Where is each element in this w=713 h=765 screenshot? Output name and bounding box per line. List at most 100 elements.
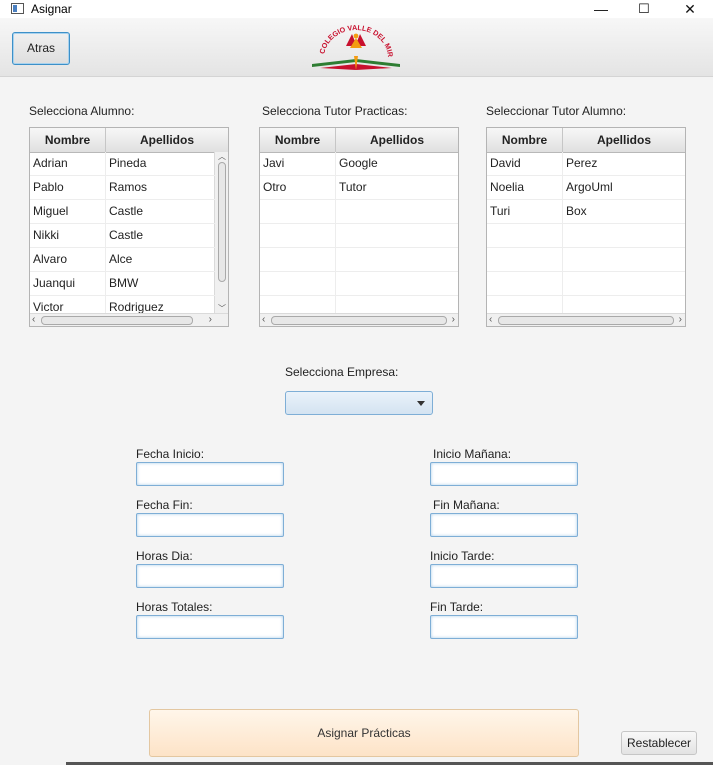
cell-apellidos (563, 272, 685, 295)
table-header: Nombre Apellidos (260, 128, 458, 153)
close-button[interactable]: ✕ (667, 0, 713, 18)
inicio-manana-input[interactable] (430, 462, 578, 486)
table-row[interactable]: David Perez (487, 152, 685, 176)
scroll-right-icon[interactable]: › (209, 314, 212, 326)
empty-row (487, 248, 685, 272)
horizontal-scrollbar[interactable]: ‹ › (30, 313, 228, 326)
cell-nombre: Alvaro (30, 248, 106, 271)
empty-row (487, 224, 685, 248)
cell-apellidos: Google (339, 156, 378, 170)
title-bar: Asignar — ☐ ✕ (0, 0, 713, 18)
tutor-practicas-table[interactable]: Nombre Apellidos Javi Google Otro Tutor ‹ › (259, 127, 459, 327)
scroll-right-icon[interactable]: › (679, 314, 682, 326)
cell-nombre (487, 272, 563, 295)
table-row[interactable]: Javi Google (260, 152, 458, 176)
horas-dia-input[interactable] (136, 564, 284, 588)
empresa-label: Selecciona Empresa: (285, 365, 399, 379)
back-button[interactable]: Atras (12, 32, 70, 65)
cell-nombre: Nikki (30, 224, 106, 247)
cell-apellidos (336, 272, 458, 295)
fin-tarde-label: Fin Tarde: (430, 600, 484, 614)
alumno-table[interactable]: Nombre Apellidos ︿ ﹀ Adrian Pineda Pablo Ra… (29, 127, 229, 327)
fecha-inicio-input[interactable] (136, 462, 284, 486)
cell-apellidos (336, 224, 458, 247)
table-row[interactable]: Noelia ArgoUml (487, 176, 685, 200)
toolbar: Atras COLEGIO VALLE DEL MIRO (0, 18, 713, 77)
minimize-button[interactable]: — (578, 0, 624, 18)
scroll-up-icon[interactable]: ︿ (218, 151, 226, 163)
table-row[interactable]: Juanqui BMW (30, 272, 215, 296)
tutor-alumno-table[interactable]: Nombre Apellidos David Perez Noelia ArgoUml… (486, 127, 686, 327)
column-header-nombre[interactable]: Nombre (487, 128, 563, 152)
cell-apellidos: Alce (109, 252, 133, 266)
scroll-thumb[interactable] (271, 316, 447, 325)
table-header: Nombre Apellidos (487, 128, 685, 153)
cell-nombre (260, 248, 336, 271)
column-header-apellidos[interactable]: Apellidos (336, 128, 458, 152)
maximize-button[interactable]: ☐ (621, 0, 667, 18)
assign-practicas-button[interactable]: Asignar Prácticas (149, 709, 579, 757)
app-icon (11, 3, 24, 14)
cell-nombre (260, 224, 336, 247)
inicio-tarde-input[interactable] (430, 564, 578, 588)
inicio-manana-label: Inicio Mañana: (433, 447, 512, 461)
scroll-thumb[interactable] (498, 316, 674, 325)
column-header-apellidos[interactable]: Apellidos (106, 128, 228, 152)
table-row[interactable]: Adrian Pineda (30, 152, 215, 176)
empty-row (260, 272, 458, 296)
table-row[interactable]: Turi Box (487, 200, 685, 224)
table-row[interactable]: Pablo Ramos (30, 176, 215, 200)
empty-row (260, 248, 458, 272)
cell-nombre: Javi (260, 152, 336, 175)
cell-nombre: Turi (487, 200, 563, 223)
fecha-inicio-label: Fecha Inicio: (136, 447, 205, 461)
column-header-nombre[interactable]: Nombre (30, 128, 106, 152)
scroll-left-icon[interactable]: ‹ (32, 314, 35, 326)
cell-apellidos (563, 224, 685, 247)
fecha-fin-input[interactable] (136, 513, 284, 537)
horas-totales-input[interactable] (136, 615, 284, 639)
scroll-right-icon[interactable]: › (452, 314, 455, 326)
empty-row (260, 224, 458, 248)
cell-nombre: Juanqui (30, 272, 106, 295)
cell-nombre: Adrian (30, 152, 106, 175)
scroll-left-icon[interactable]: ‹ (262, 314, 265, 326)
cell-apellidos (563, 248, 685, 271)
column-header-apellidos[interactable]: Apellidos (563, 128, 685, 152)
cell-apellidos: Ramos (109, 180, 148, 194)
cell-apellidos: Tutor (339, 180, 367, 194)
cell-apellidos: Castle (109, 204, 144, 218)
chevron-down-icon (417, 401, 425, 406)
horizontal-scrollbar[interactable]: ‹ › (487, 313, 685, 326)
scroll-thumb[interactable] (41, 316, 193, 325)
vertical-scrollbar[interactable]: ︿ ﹀ (214, 152, 228, 314)
empresa-dropdown[interactable] (285, 391, 433, 415)
empty-row (487, 272, 685, 296)
reset-button[interactable]: Restablecer (621, 731, 697, 755)
cell-nombre: David (487, 152, 563, 175)
inicio-tarde-label: Inicio Tarde: (430, 549, 495, 563)
horizontal-scrollbar[interactable]: ‹ › (260, 313, 458, 326)
cell-nombre (260, 272, 336, 295)
tutor-alumno-label: Seleccionar Tutor Alumno: (486, 104, 627, 118)
cell-nombre (487, 248, 563, 271)
cell-apellidos: Box (566, 204, 587, 218)
fin-manana-label: Fin Mañana: (433, 498, 500, 512)
scroll-thumb[interactable] (218, 162, 226, 282)
cell-apellidos (336, 200, 458, 223)
column-header-nombre[interactable]: Nombre (260, 128, 336, 152)
alumno-label: Selecciona Alumno: (29, 104, 135, 118)
table-row[interactable]: Miguel Castle (30, 200, 215, 224)
cell-nombre: Pablo (30, 176, 106, 199)
table-row[interactable]: Nikki Castle (30, 224, 215, 248)
cell-apellidos (336, 248, 458, 271)
window-title: Asignar (31, 2, 72, 16)
fin-tarde-input[interactable] (430, 615, 578, 639)
scroll-left-icon[interactable]: ‹ (489, 314, 492, 326)
cell-nombre: Otro (260, 176, 336, 199)
cell-apellidos: ArgoUml (566, 180, 613, 194)
table-row[interactable]: Alvaro Alce (30, 248, 215, 272)
table-header: Nombre Apellidos (30, 128, 228, 153)
table-row[interactable]: Otro Tutor (260, 176, 458, 200)
fin-manana-input[interactable] (430, 513, 578, 537)
